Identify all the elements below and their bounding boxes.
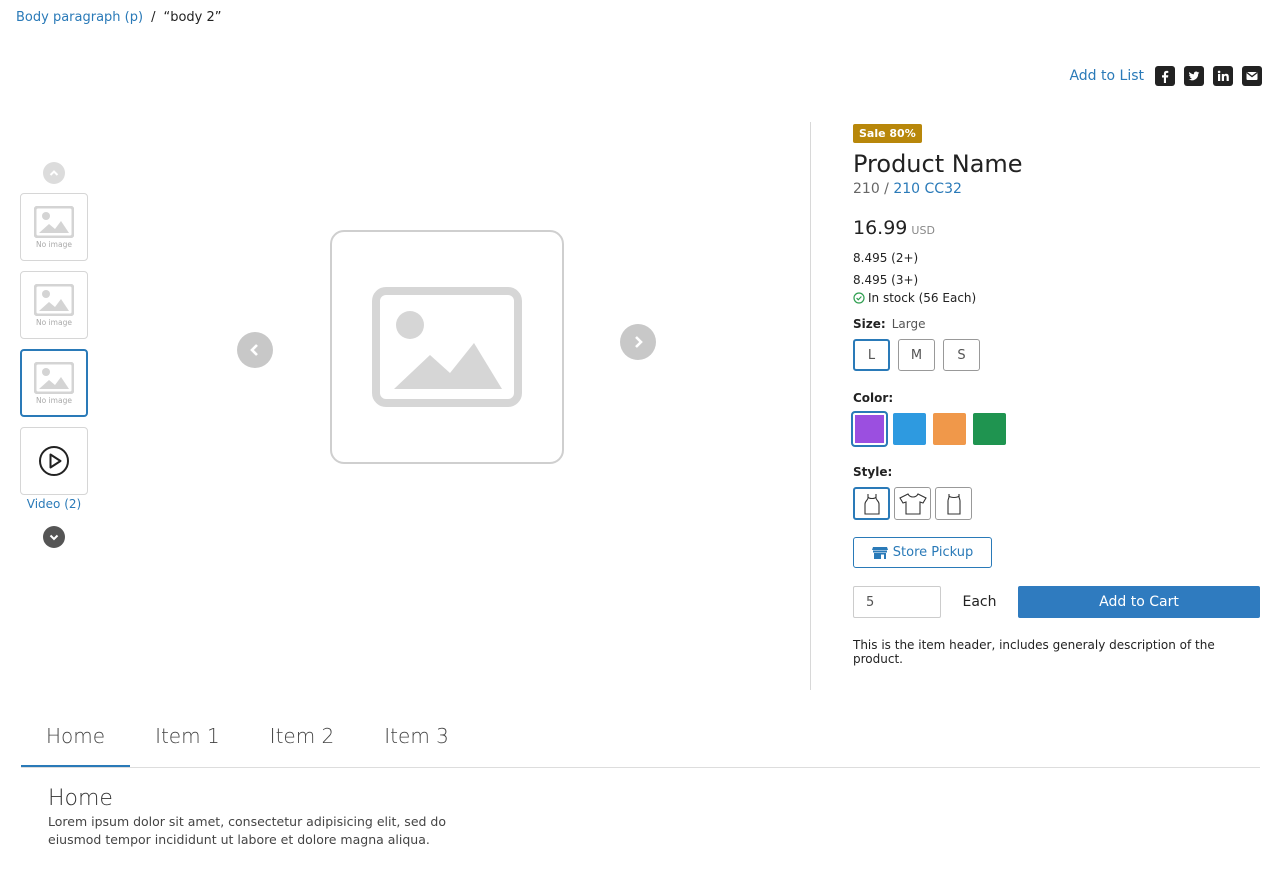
linkedin-icon[interactable] (1213, 66, 1233, 86)
thumbnail-1[interactable]: No image (20, 193, 88, 261)
chevron-down-icon (49, 534, 59, 541)
sleeveless-shirt-icon (946, 493, 961, 515)
store-pickup-button[interactable]: Store Pickup (853, 537, 992, 568)
size-options: L M S (853, 339, 1261, 371)
breadcrumb-parent-link[interactable]: Body paragraph (p) (16, 10, 143, 25)
sale-badge: Sale 80% (853, 124, 922, 143)
thumbnail-2[interactable]: No image (20, 271, 88, 339)
style-option-tshirt[interactable] (894, 487, 931, 520)
quantity-input[interactable] (853, 586, 941, 618)
product-price: 16.99 (853, 217, 908, 239)
thumbnail-label: No image (36, 317, 72, 327)
vertical-divider (810, 122, 811, 690)
twitter-icon[interactable] (1184, 66, 1204, 86)
size-label-text: Size: (853, 317, 886, 331)
color-swatch-purple[interactable] (851, 411, 888, 447)
color-label-text: Color: (853, 391, 894, 405)
chevron-right-icon (635, 336, 643, 348)
style-option-sleeveless[interactable] (935, 487, 972, 520)
tab-panel-text: Lorem ipsum dolor sit amet, consectetur … (48, 814, 446, 847)
image-placeholder-icon (372, 287, 522, 407)
product-name: Product Name (853, 150, 1023, 178)
thumbnail-scroll-down-button[interactable] (43, 526, 65, 548)
tab-item-2[interactable]: Item 2 (245, 724, 360, 767)
color-swatch-orange[interactable] (933, 413, 966, 445)
size-option-s[interactable]: S (943, 339, 980, 371)
share-bar: Add to List (1069, 66, 1262, 86)
size-selected-value: Large (891, 317, 926, 331)
price-tier-1: 8.495 (2+) (853, 251, 919, 265)
price-currency: USD (911, 224, 935, 237)
unit-of-measure: Each (962, 594, 997, 610)
tab-panel-home: Home Lorem ipsum dolor sit amet, consect… (48, 786, 468, 849)
style-options (853, 487, 1261, 520)
stock-status: In stock (56 Each) (853, 291, 1261, 305)
tab-item-3[interactable]: Item 3 (359, 724, 474, 767)
image-placeholder-icon (34, 283, 74, 316)
breadcrumb-current: “body 2” (163, 10, 222, 25)
image-placeholder-icon (34, 205, 74, 238)
color-swatch-blue[interactable] (893, 413, 926, 445)
tshirt-icon (898, 492, 927, 515)
color-options (851, 411, 1261, 447)
video-count-label[interactable]: Video (2) (20, 497, 88, 511)
size-option-l[interactable]: L (853, 339, 890, 371)
next-image-button[interactable] (620, 324, 656, 360)
item-header-description: This is the item header, includes genera… (853, 638, 1215, 666)
product-info-panel: Sale 80% Product Name 210 / 210 CC32 16.… (851, 122, 1261, 666)
price-row: 16.99 USD (853, 217, 1261, 239)
sku-prefix: 210 / (853, 181, 889, 197)
previous-image-button[interactable] (237, 332, 273, 368)
image-placeholder-icon (34, 361, 74, 394)
size-label: Size: Large (853, 317, 1261, 331)
style-option-tank[interactable] (853, 487, 890, 520)
store-pickup-label: Store Pickup (892, 545, 974, 560)
add-to-cart-row: Each Add to Cart (853, 586, 1261, 618)
add-to-cart-button[interactable]: Add to Cart (1018, 586, 1260, 618)
stock-text: In stock (56 Each) (868, 291, 977, 305)
price-tier-2: 8.495 (3+) (853, 273, 919, 287)
chevron-left-icon (250, 344, 258, 356)
breadcrumb: Body paragraph (p) / “body 2” (16, 10, 221, 25)
tab-home[interactable]: Home (21, 724, 131, 767)
product-sku: 210 / 210 CC32 (853, 181, 1261, 197)
color-swatch-green[interactable] (973, 413, 1006, 445)
tank-top-icon (863, 493, 880, 515)
tab-panel-title: Home (48, 786, 113, 811)
color-label: Color: (853, 391, 1261, 405)
email-icon[interactable] (1242, 66, 1262, 86)
play-icon (39, 446, 69, 476)
sku-link[interactable]: 210 CC32 (893, 181, 962, 197)
add-to-list-link[interactable]: Add to List (1069, 68, 1144, 84)
thumbnail-label: No image (36, 395, 72, 405)
size-option-m[interactable]: M (898, 339, 935, 371)
style-label: Style: (853, 465, 1261, 479)
facebook-icon[interactable] (1155, 66, 1175, 86)
style-label-text: Style: (853, 465, 893, 479)
store-icon (871, 547, 888, 559)
main-product-image[interactable] (330, 230, 564, 464)
check-circle-icon (853, 292, 865, 304)
tab-item-1[interactable]: Item 1 (130, 724, 245, 767)
thumbnail-label: No image (36, 239, 72, 249)
thumbnail-scroll-up-button[interactable] (43, 162, 65, 184)
thumbnail-3[interactable]: No image (20, 349, 88, 417)
chevron-up-icon (49, 170, 59, 176)
breadcrumb-separator: / (151, 10, 156, 25)
product-tabs: Home Item 1 Item 2 Item 3 (21, 724, 1260, 768)
thumbnail-video[interactable] (20, 427, 88, 495)
